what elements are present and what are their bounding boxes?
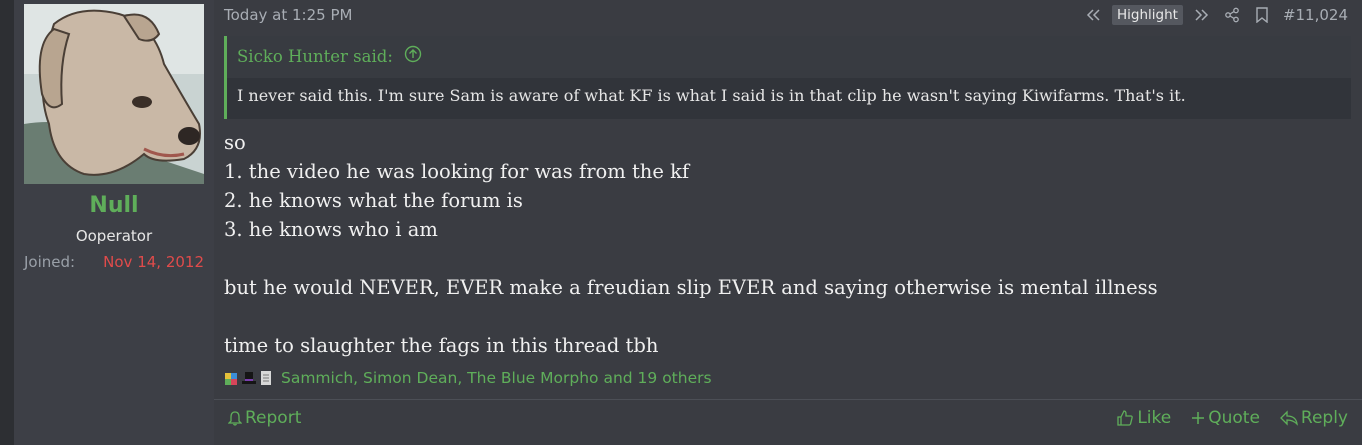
user-sidebar: Null Ooperator Joined: Nov 14, 2012 — [14, 0, 214, 445]
reaction-icons[interactable] — [224, 369, 275, 387]
share-icon[interactable] — [1221, 4, 1243, 26]
message-line — [224, 302, 1344, 331]
post-main: Today at 1:25 PM Highlight #11,024 Sicko… — [214, 0, 1362, 445]
thumbs-up-icon — [1117, 410, 1134, 426]
fast-forward-icon[interactable] — [1191, 4, 1213, 26]
arrow-up-circle-icon[interactable] — [404, 37, 422, 79]
post-footer-actions: Like Quote Reply — [1096, 408, 1348, 428]
user-title: Ooperator — [75, 227, 153, 245]
bookmark-icon[interactable] — [1251, 4, 1273, 26]
quote-author[interactable]: Sicko Hunter said: — [237, 47, 393, 66]
message-line — [224, 244, 1344, 273]
reply-label: Reply — [1300, 408, 1348, 428]
message-line: so — [224, 131, 246, 154]
plus-icon — [1192, 412, 1205, 424]
message-body: so 1. the video he was looking for was f… — [224, 128, 1344, 360]
report-button[interactable]: Report — [228, 408, 301, 428]
message-line: 2. he knows what the forum is — [224, 189, 523, 212]
like-button[interactable]: Like — [1116, 408, 1171, 428]
reply-button[interactable]: Reply — [1279, 408, 1348, 428]
quote-button[interactable]: Quote — [1191, 408, 1260, 428]
reactions-bar: Sammich, Simon Dean, The Blue Morpho and… — [224, 367, 712, 389]
joined-date: Nov 14, 2012 — [103, 253, 204, 271]
bell-icon — [228, 411, 242, 426]
avatar[interactable] — [24, 4, 204, 184]
document-reaction-icon — [258, 369, 274, 387]
post-timestamp[interactable]: Today at 1:25 PM — [224, 6, 352, 24]
report-label: Report — [245, 408, 302, 428]
highlight-button[interactable]: Highlight — [1111, 5, 1183, 25]
like-label: Like — [1137, 408, 1172, 428]
message-line: but he would NEVER, EVER make a freudian… — [224, 276, 1158, 299]
reactions-list[interactable]: Sammich, Simon Dean, The Blue Morpho and… — [281, 369, 712, 387]
rewind-icon[interactable] — [1082, 4, 1104, 26]
quote-block: Sicko Hunter said: I never said this. I'… — [224, 36, 1351, 119]
message-line: 1. the video he was looking for was from… — [224, 160, 690, 183]
message-line: time to slaughter the fags in this threa… — [224, 334, 659, 357]
quote-text: I never said this. I'm sure Sam is aware… — [237, 86, 1186, 105]
post-number[interactable]: #11,024 — [1283, 6, 1348, 24]
quote-header: Sicko Hunter said: — [227, 36, 1351, 78]
quote-label: Quote — [1208, 408, 1260, 428]
message-line: 3. he knows who i am — [224, 218, 438, 241]
post: Null Ooperator Joined: Nov 14, 2012 Toda… — [14, 0, 1362, 445]
post-actions: Highlight #11,024 — [1074, 4, 1348, 26]
hat-reaction-icon — [241, 369, 257, 387]
reply-icon — [1279, 410, 1298, 426]
joined-row: Joined: Nov 14, 2012 — [24, 253, 204, 273]
dog-avatar-image — [24, 4, 204, 184]
puzzle-reaction-icon — [224, 369, 240, 387]
footer-divider — [214, 399, 1362, 400]
joined-label: Joined: — [24, 253, 76, 271]
username[interactable]: Null — [14, 193, 214, 218]
